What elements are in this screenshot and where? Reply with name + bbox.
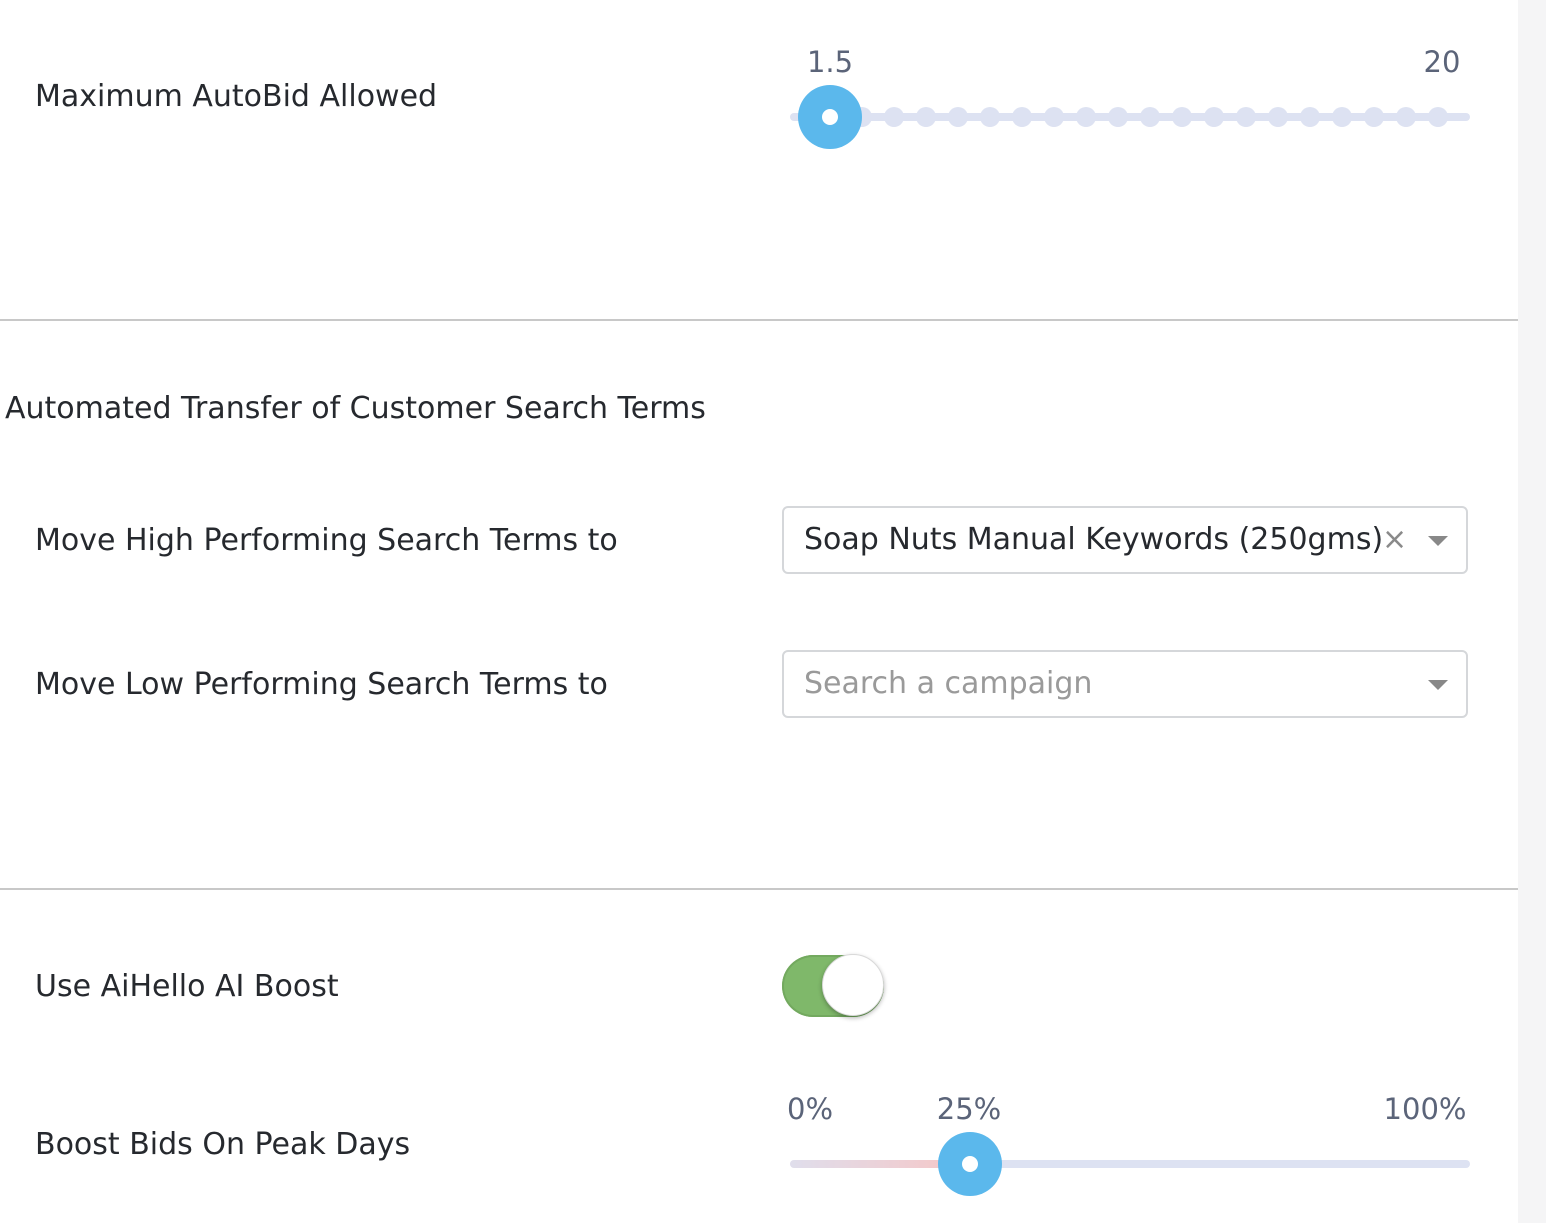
scrollbar-track[interactable] xyxy=(1518,0,1546,1223)
peak-boost-handle[interactable] xyxy=(938,1132,1002,1196)
ai-boost-label: Use AiHello AI Boost xyxy=(35,969,339,1004)
peak-boost-min-label: 0% xyxy=(786,1092,834,1126)
slider-step-dot[interactable] xyxy=(884,107,904,127)
chevron-down-icon[interactable] xyxy=(1428,536,1448,546)
high-terms-selected-value: Soap Nuts Manual Keywords (250gms) xyxy=(804,522,1384,557)
section-title: Automated Transfer of Customer Search Te… xyxy=(5,391,706,426)
slider-step-dot[interactable] xyxy=(1268,107,1288,127)
slider-step-dot[interactable] xyxy=(916,107,936,127)
max-autobid-label: Maximum AutoBid Allowed xyxy=(35,79,438,114)
slider-step-dot[interactable] xyxy=(1364,107,1384,127)
slider-step-dot[interactable] xyxy=(1396,107,1416,127)
high-terms-label: Move High Performing Search Terms to xyxy=(35,523,618,558)
slider-step-dot[interactable] xyxy=(1076,107,1096,127)
slider-step-dot[interactable] xyxy=(1172,107,1192,127)
max-autobid-min-label: 1.5 xyxy=(806,45,854,79)
peak-boost-value-label: 25% xyxy=(936,1092,1002,1126)
high-terms-select[interactable]: Soap Nuts Manual Keywords (250gms) × xyxy=(782,506,1468,574)
slider-step-dot[interactable] xyxy=(1012,107,1032,127)
low-terms-placeholder: Search a campaign xyxy=(804,666,1093,701)
section-divider xyxy=(0,319,1518,321)
slider-step-dot[interactable] xyxy=(1044,107,1064,127)
slider-step-dot[interactable] xyxy=(1204,107,1224,127)
slider-step-dot[interactable] xyxy=(1140,107,1160,127)
ai-boost-toggle[interactable] xyxy=(782,954,884,1017)
slider-step-dot[interactable] xyxy=(1428,107,1448,127)
chevron-down-icon[interactable] xyxy=(1428,680,1448,690)
clear-icon[interactable]: × xyxy=(1382,522,1407,558)
max-autobid-max-label: 20 xyxy=(1423,45,1461,79)
slider-step-dot[interactable] xyxy=(1236,107,1256,127)
peak-boost-label: Boost Bids On Peak Days xyxy=(35,1127,411,1162)
section-divider xyxy=(0,888,1518,890)
slider-step-dot[interactable] xyxy=(980,107,1000,127)
toggle-knob xyxy=(822,954,884,1016)
low-terms-select[interactable]: Search a campaign xyxy=(782,650,1468,718)
slider-step-dot[interactable] xyxy=(1108,107,1128,127)
peak-boost-slider[interactable]: 0% 25% 100% xyxy=(786,1092,1470,1223)
slider-step-dot[interactable] xyxy=(1332,107,1352,127)
peak-boost-max-label: 100% xyxy=(1383,1092,1467,1126)
max-autobid-slider[interactable]: 1.5 20 xyxy=(790,40,1470,160)
max-autobid-handle[interactable] xyxy=(798,85,862,149)
low-terms-label: Move Low Performing Search Terms to xyxy=(35,667,608,702)
slider-step-dot[interactable] xyxy=(948,107,968,127)
slider-step-dot[interactable] xyxy=(1300,107,1320,127)
